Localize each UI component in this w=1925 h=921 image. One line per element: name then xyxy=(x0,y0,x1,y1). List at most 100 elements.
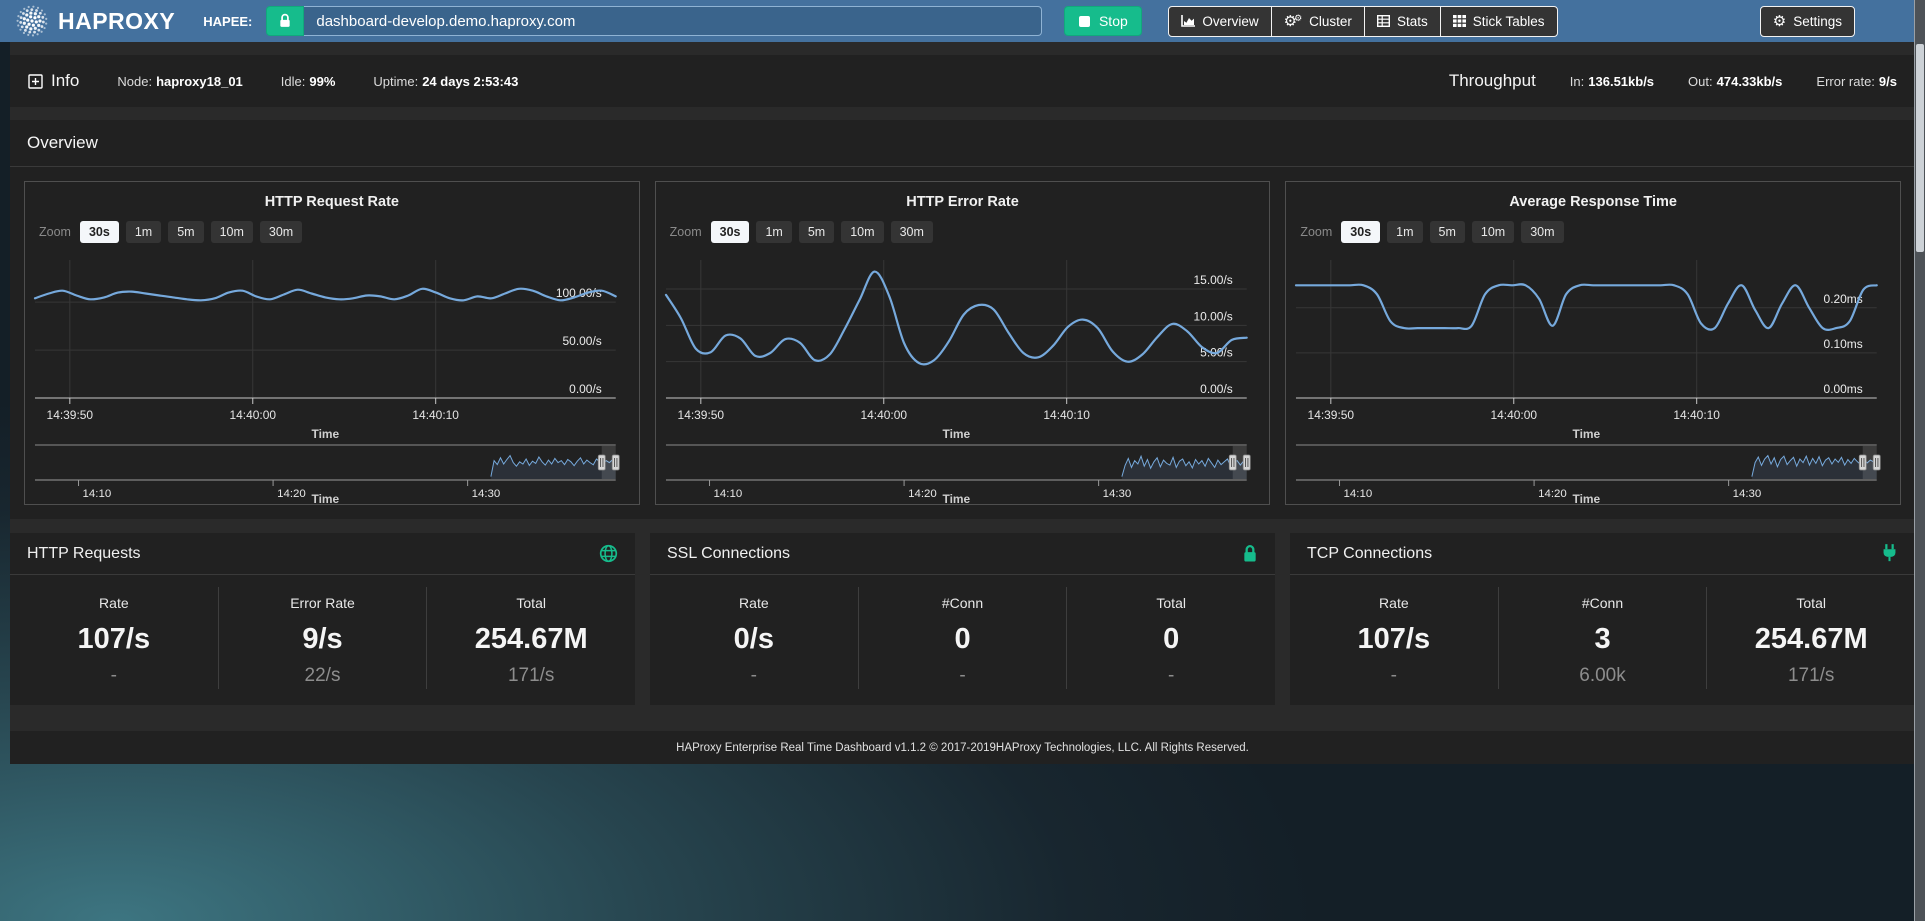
vertical-scrollbar[interactable] xyxy=(1914,0,1925,921)
footer-text: HAProxy Enterprise Real Time Dashboard v… xyxy=(676,742,1249,754)
nav-cluster-button[interactable]: ⚙⚙ Cluster xyxy=(1271,6,1365,37)
settings-button[interactable]: ⚙ Settings xyxy=(1760,6,1855,37)
zoom-1m-button[interactable]: 1m xyxy=(126,221,161,243)
zoom-selector: Zoom 30s 1m 5m 10m 30m xyxy=(1300,220,1900,244)
svg-text:0.10ms: 0.10ms xyxy=(1824,337,1863,351)
nav-overview-button[interactable]: Overview xyxy=(1168,6,1271,37)
zoom-1m-button[interactable]: 1m xyxy=(756,221,791,243)
lock-button[interactable] xyxy=(266,6,304,36)
navbar-button-group: Overview ⚙⚙ Cluster Stats Stick Tables xyxy=(1168,6,1557,37)
svg-text:14:40:10: 14:40:10 xyxy=(1043,408,1090,422)
card-title: HTTP Requests xyxy=(27,545,141,563)
http-request-rate-navigator[interactable]: 14:10 14:20 14:30 Time xyxy=(25,444,639,504)
top-navbar: HAPROXY HAPEE: Stop Overview ⚙⚙ Cluster xyxy=(0,0,1925,42)
lock-icon xyxy=(1242,544,1258,563)
zoom-30m-button[interactable]: 30m xyxy=(891,221,933,243)
page-footer: HAProxy Enterprise Real Time Dashboard v… xyxy=(10,731,1915,764)
zoom-10m-button[interactable]: 10m xyxy=(211,221,253,243)
svg-text:Time: Time xyxy=(942,427,970,441)
tcp-connections-card: TCP Connections Rate 107/s - xyxy=(1290,533,1915,705)
stat-col-rate: Rate 0/s - xyxy=(650,587,858,689)
svg-text:14:20: 14:20 xyxy=(277,488,306,500)
zoom-30s-button[interactable]: 30s xyxy=(80,221,119,243)
stat-cards-row: HTTP Requests Rate 107/s - Error Rate 9/… xyxy=(10,533,1915,705)
svg-text:15.00/s: 15.00/s xyxy=(1193,273,1232,287)
svg-text:50.00/s: 50.00/s xyxy=(563,334,602,348)
info-toggle[interactable]: Info xyxy=(28,71,79,91)
zoom-5m-button[interactable]: 5m xyxy=(168,221,203,243)
svg-text:14:10: 14:10 xyxy=(713,488,742,500)
svg-text:14:30: 14:30 xyxy=(472,488,501,500)
zoom-10m-button[interactable]: 10m xyxy=(841,221,883,243)
zoom-selector: Zoom 30s 1m 5m 10m 30m xyxy=(670,220,1270,244)
nav-overview-label: Overview xyxy=(1202,14,1258,29)
average-response-time-chart: 0.20ms0.10ms0.00ms14:39:5014:40:0014:40:… xyxy=(1286,248,1900,444)
svg-text:14:20: 14:20 xyxy=(1538,488,1567,500)
svg-text:14:10: 14:10 xyxy=(83,488,112,500)
svg-text:14:40:10: 14:40:10 xyxy=(1674,408,1721,422)
url-input[interactable] xyxy=(304,6,1042,36)
nav-stats-button[interactable]: Stats xyxy=(1364,6,1441,37)
svg-text:14:20: 14:20 xyxy=(908,488,937,500)
svg-text:0.00/s: 0.00/s xyxy=(1200,382,1233,396)
stop-button[interactable]: Stop xyxy=(1064,6,1142,36)
zoom-label: Zoom xyxy=(1300,225,1332,239)
stop-label: Stop xyxy=(1099,13,1128,29)
zoom-30s-button[interactable]: 30s xyxy=(1341,221,1380,243)
svg-text:Time: Time xyxy=(312,492,340,504)
stop-icon xyxy=(1079,16,1090,27)
stat-col-rate: Rate 107/s - xyxy=(1290,587,1498,689)
http-request-rate-chart: 100.00/s50.00/s0.00/s14:39:5014:40:0014:… xyxy=(25,248,639,444)
svg-text:14:40:10: 14:40:10 xyxy=(412,408,459,422)
nav-stick-tables-button[interactable]: Stick Tables xyxy=(1440,6,1558,37)
info-label: Info xyxy=(51,71,79,91)
haproxy-logo: HAPROXY xyxy=(14,3,175,39)
zoom-5m-button[interactable]: 5m xyxy=(1430,221,1465,243)
settings-label: Settings xyxy=(1793,14,1842,29)
scrollbar-thumb[interactable] xyxy=(1916,44,1924,252)
stat-col-conn: #Conn 0 - xyxy=(858,587,1067,689)
throughput-title: Throughput xyxy=(1449,71,1536,91)
svg-text:100.00/s: 100.00/s xyxy=(556,286,602,300)
idle-info: Idle:99% xyxy=(281,74,336,89)
globe-icon xyxy=(599,544,618,563)
svg-text:0.00ms: 0.00ms xyxy=(1824,382,1863,396)
lock-icon xyxy=(278,13,292,29)
plug-icon xyxy=(1881,544,1898,563)
brand-text: HAPROXY xyxy=(58,8,175,35)
svg-text:10.00/s: 10.00/s xyxy=(1193,309,1232,323)
info-bar: Info Node:haproxy18_01 Idle:99% Uptime:2… xyxy=(10,55,1915,107)
nav-cluster-label: Cluster xyxy=(1309,14,1352,29)
throughput-error-rate: Error rate:9/s xyxy=(1816,74,1897,89)
zoom-30m-button[interactable]: 30m xyxy=(260,221,302,243)
overview-section: Overview HTTP Request Rate Zoom 30s 1m 5… xyxy=(10,120,1915,519)
stat-col-total: Total 254.67M 171/s xyxy=(1706,587,1915,689)
uptime-info: Uptime:24 days 2:53:43 xyxy=(373,74,518,89)
svg-text:14:40:00: 14:40:00 xyxy=(229,408,276,422)
zoom-10m-button[interactable]: 10m xyxy=(1472,221,1514,243)
svg-text:Time: Time xyxy=(1573,427,1601,441)
svg-text:14:10: 14:10 xyxy=(1344,488,1373,500)
area-chart-icon xyxy=(1181,15,1195,27)
zoom-5m-button[interactable]: 5m xyxy=(799,221,834,243)
svg-text:Time: Time xyxy=(312,427,340,441)
gear-icon: ⚙ xyxy=(1773,14,1786,29)
stat-col-error-rate: Error Rate 9/s 22/s xyxy=(218,587,427,689)
throughput-in: In:136.51kb/s xyxy=(1570,74,1654,89)
nav-stats-label: Stats xyxy=(1397,14,1428,29)
section-title: Overview xyxy=(10,120,1915,167)
stat-col-conn: #Conn 3 6.00k xyxy=(1498,587,1707,689)
zoom-1m-button[interactable]: 1m xyxy=(1387,221,1422,243)
zoom-selector: Zoom 30s 1m 5m 10m 30m xyxy=(39,220,639,244)
card-title: SSL Connections xyxy=(667,545,790,563)
average-response-time-navigator[interactable]: 14:10 14:20 14:30 Time xyxy=(1286,444,1900,504)
svg-text:Time: Time xyxy=(1573,492,1601,504)
stat-col-total: Total 254.67M 171/s xyxy=(426,587,635,689)
zoom-30m-button[interactable]: 30m xyxy=(1521,221,1563,243)
zoom-30s-button[interactable]: 30s xyxy=(711,221,750,243)
table-icon xyxy=(1377,15,1390,27)
chart-title: Average Response Time xyxy=(1286,194,1900,210)
http-error-rate-navigator[interactable]: 14:1014:2014:30Time xyxy=(656,444,1270,504)
chart-title: HTTP Request Rate xyxy=(25,194,639,210)
svg-text:14:30: 14:30 xyxy=(1733,488,1762,500)
